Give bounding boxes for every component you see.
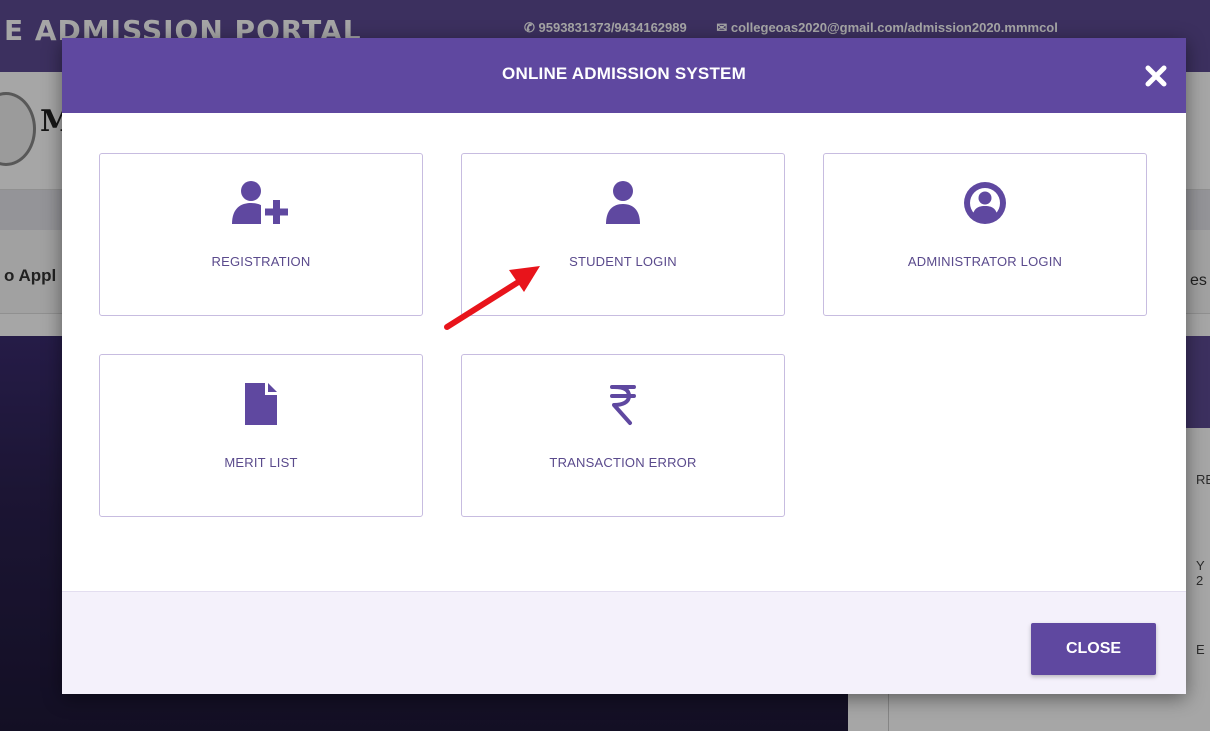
- administrator-login-card[interactable]: ADMINISTRATOR LOGIN: [823, 153, 1147, 316]
- user-circle-icon: [824, 180, 1146, 226]
- user-icon: [462, 180, 784, 226]
- student-login-card[interactable]: STUDENT LOGIN: [461, 153, 785, 316]
- modal-footer: [62, 591, 1186, 694]
- admission-modal: ONLINE ADMISSION SYSTEM REGISTRATION STU…: [62, 38, 1186, 694]
- registration-card[interactable]: REGISTRATION: [99, 153, 423, 316]
- registration-label: REGISTRATION: [211, 254, 311, 269]
- merit-list-card[interactable]: MERIT LIST: [99, 354, 423, 517]
- administrator-login-label: ADMINISTRATOR LOGIN: [907, 254, 1063, 269]
- close-button[interactable]: CLOSE: [1031, 623, 1156, 675]
- student-login-label: STUDENT LOGIN: [569, 254, 677, 269]
- modal-title: ONLINE ADMISSION SYSTEM: [502, 64, 746, 83]
- modal-header: ONLINE ADMISSION SYSTEM: [62, 38, 1186, 113]
- close-icon[interactable]: [1142, 62, 1170, 90]
- file-icon: [100, 381, 422, 427]
- rupee-icon: [462, 381, 784, 427]
- transaction-error-card[interactable]: TRANSACTION ERROR: [461, 354, 785, 517]
- merit-list-label: MERIT LIST: [224, 455, 298, 470]
- transaction-error-label: TRANSACTION ERROR: [549, 455, 697, 470]
- user-plus-icon: [100, 180, 422, 226]
